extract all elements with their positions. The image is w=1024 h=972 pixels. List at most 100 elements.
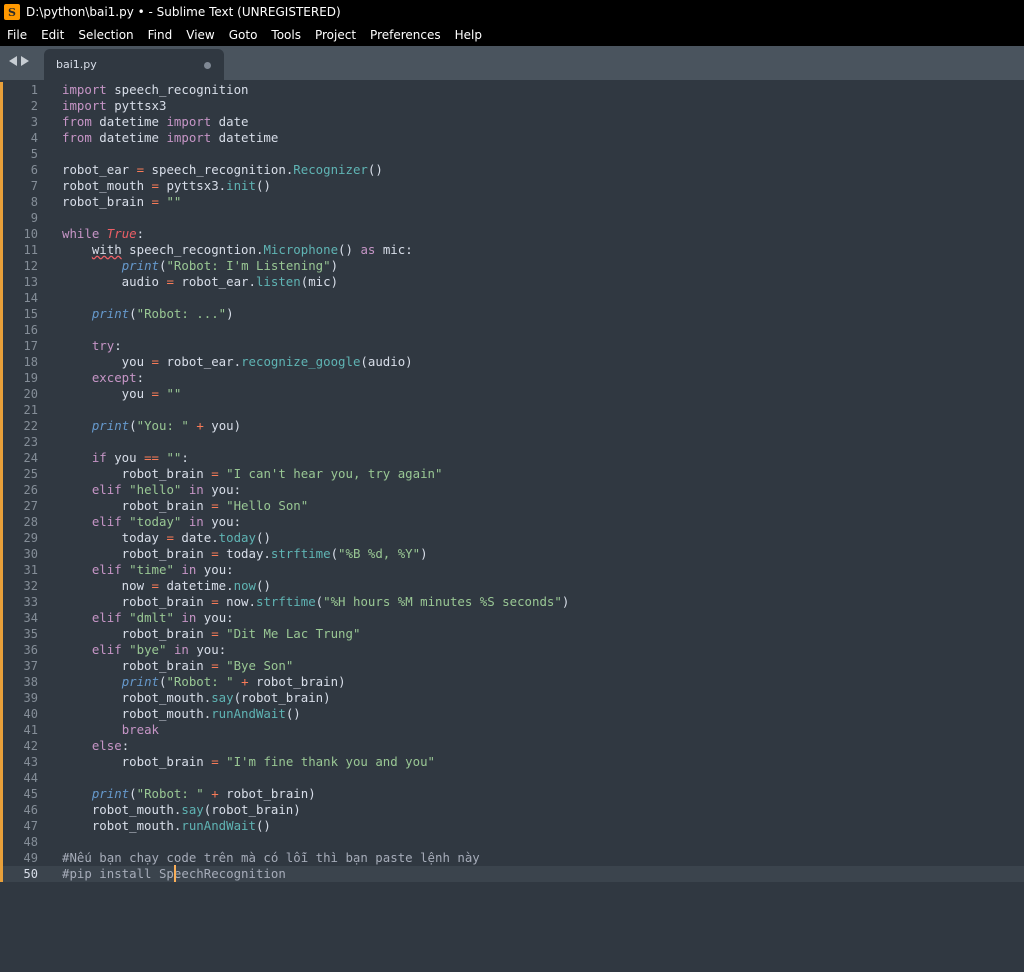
code-line[interactable]: print("You: " + you) xyxy=(62,418,241,434)
code-line[interactable]: elif "bye" in you: xyxy=(62,642,226,658)
code-line[interactable]: elif "time" in you: xyxy=(62,562,234,578)
line-number-row: 18 xyxy=(0,354,48,370)
code-line[interactable]: else: xyxy=(62,738,129,754)
code-line[interactable]: robot_brain = "" xyxy=(62,194,181,210)
code-editor[interactable]: 1 2 3 4 5 6 7 8 9 10 11 12 13 14 15 16 17 18 19 20 21 22 23 24 2… xyxy=(0,80,1024,972)
code-token: import xyxy=(62,98,107,113)
line-number: 21 xyxy=(23,403,38,417)
code-token: you xyxy=(106,450,145,465)
line-number: 13 xyxy=(23,275,38,289)
line-number: 2 xyxy=(30,99,38,113)
code-line[interactable]: robot_brain = "I can't hear you, try aga… xyxy=(62,466,443,482)
line-number: 5 xyxy=(30,147,38,161)
code-line[interactable]: import speech_recognition xyxy=(62,82,249,98)
code-line[interactable]: robot_brain = "Dit Me Lac Trung" xyxy=(62,626,361,642)
menu-selection[interactable]: Selection xyxy=(71,24,140,46)
code-line[interactable]: today = date.today() xyxy=(62,530,271,546)
code-token: + xyxy=(211,786,219,801)
code-token: you: xyxy=(196,610,234,625)
code-line[interactable]: you = "" xyxy=(62,386,182,402)
code-line[interactable]: elif "dmlt" in you: xyxy=(62,610,234,626)
code-line[interactable]: robot_brain = "Hello Son" xyxy=(62,498,309,514)
code-line[interactable]: now = datetime.now() xyxy=(62,578,271,594)
menu-view[interactable]: View xyxy=(179,24,221,46)
line-number: 37 xyxy=(23,659,38,673)
code-token: Recognizer xyxy=(293,162,368,177)
code-line[interactable]: elif "today" in you: xyxy=(62,514,241,530)
tab-label: bai1.py xyxy=(56,58,97,71)
line-number-row: 7 xyxy=(0,178,48,194)
menu-preferences[interactable]: Preferences xyxy=(363,24,448,46)
line-number-row: 14 xyxy=(0,290,48,306)
code-token: you: xyxy=(203,482,242,497)
code-line[interactable]: robot_brain = today.strftime("%B %d, %Y"… xyxy=(62,546,428,562)
code-token: robot_brain) xyxy=(248,674,346,689)
line-number-row: 10 xyxy=(0,226,48,242)
line-number: 40 xyxy=(23,707,38,721)
menu-file[interactable]: File xyxy=(0,24,34,46)
tab-bai1-py[interactable]: bai1.py xyxy=(44,49,224,80)
code-line[interactable]: if you == "": xyxy=(62,450,189,466)
code-line[interactable]: elif "hello" in you: xyxy=(62,482,241,498)
code-token: elif xyxy=(91,642,122,657)
line-number: 45 xyxy=(23,787,38,801)
arrow-right-icon[interactable] xyxy=(21,56,29,66)
code-line[interactable]: with speech_recogntion.Microphone() as m… xyxy=(62,242,413,258)
menu-find[interactable]: Find xyxy=(141,24,180,46)
code-token: today xyxy=(218,530,256,545)
code-line[interactable]: robot_mouth.runAndWait() xyxy=(62,706,301,722)
code-line[interactable]: break xyxy=(62,722,159,738)
code-line[interactable]: robot_mouth = pyttsx3.init() xyxy=(62,178,271,194)
line-number: 22 xyxy=(23,419,38,433)
menu-help[interactable]: Help xyxy=(448,24,489,46)
code-line[interactable]: audio = robot_ear.listen(mic) xyxy=(62,274,338,290)
line-number-row: 20 xyxy=(0,386,48,402)
code-token: "Robot: I'm Listening" xyxy=(166,258,331,273)
code-line[interactable]: from datetime import date xyxy=(62,114,249,130)
modified-line-marker xyxy=(0,210,3,226)
code-token: robot_brain xyxy=(62,626,212,641)
code-line[interactable]: robot_mouth.say(robot_brain) xyxy=(62,802,301,818)
code-line[interactable]: import pyttsx3 xyxy=(62,98,166,114)
code-line[interactable]: print("Robot: ...") xyxy=(62,306,234,322)
line-number-row: 45 xyxy=(0,786,48,802)
code-line[interactable]: from datetime import datetime xyxy=(62,130,278,146)
code-line[interactable]: robot_mouth.runAndWait() xyxy=(62,818,271,834)
code-line[interactable]: robot_ear = speech_recognition.Recognize… xyxy=(62,162,383,178)
code-token: speech_recognition xyxy=(106,82,249,97)
code-token: print xyxy=(91,418,130,433)
code-token: () xyxy=(255,178,271,193)
code-line[interactable]: while True: xyxy=(62,226,144,242)
menu-tools[interactable]: Tools xyxy=(264,24,308,46)
code-token: ) xyxy=(420,546,428,561)
code-line[interactable]: try: xyxy=(62,338,122,354)
code-line[interactable]: robot_mouth.say(robot_brain) xyxy=(62,690,331,706)
modified-line-marker xyxy=(0,578,3,594)
modified-line-marker xyxy=(0,610,3,626)
menu-goto[interactable]: Goto xyxy=(222,24,265,46)
modified-line-marker xyxy=(0,242,3,258)
code-token: robot_brain xyxy=(62,594,212,609)
line-number: 49 xyxy=(23,851,38,865)
code-line[interactable]: #Nếu bạn chạy code trên mà có lỗi thì bạ… xyxy=(62,850,480,866)
line-number-row: 8 xyxy=(0,194,48,210)
code-line[interactable]: robot_brain = "I'm fine thank you and yo… xyxy=(62,754,435,770)
code-line[interactable]: print("Robot: " + robot_brain) xyxy=(62,674,346,690)
unsaved-dot-icon[interactable] xyxy=(204,62,211,69)
code-line[interactable]: print("Robot: I'm Listening") xyxy=(62,258,338,274)
code-line[interactable]: robot_brain = "Bye Son" xyxy=(62,658,294,674)
code-line[interactable]: print("Robot: " + robot_brain) xyxy=(62,786,316,802)
code-line[interactable]: robot_brain = now.strftime("%H hours %M … xyxy=(62,594,570,610)
line-number-row: 44 xyxy=(0,770,48,786)
code-line[interactable]: you = robot_ear.recognize_google(audio) xyxy=(62,354,413,370)
code-token: "I can't hear you, try again" xyxy=(226,466,443,481)
code-token: robot_mouth. xyxy=(62,706,212,721)
code-line[interactable]: except: xyxy=(62,370,144,386)
arrow-left-icon[interactable] xyxy=(9,56,17,66)
code-token: () xyxy=(256,578,271,593)
line-number: 20 xyxy=(23,387,38,401)
menu-edit[interactable]: Edit xyxy=(34,24,71,46)
menu-project[interactable]: Project xyxy=(308,24,363,46)
